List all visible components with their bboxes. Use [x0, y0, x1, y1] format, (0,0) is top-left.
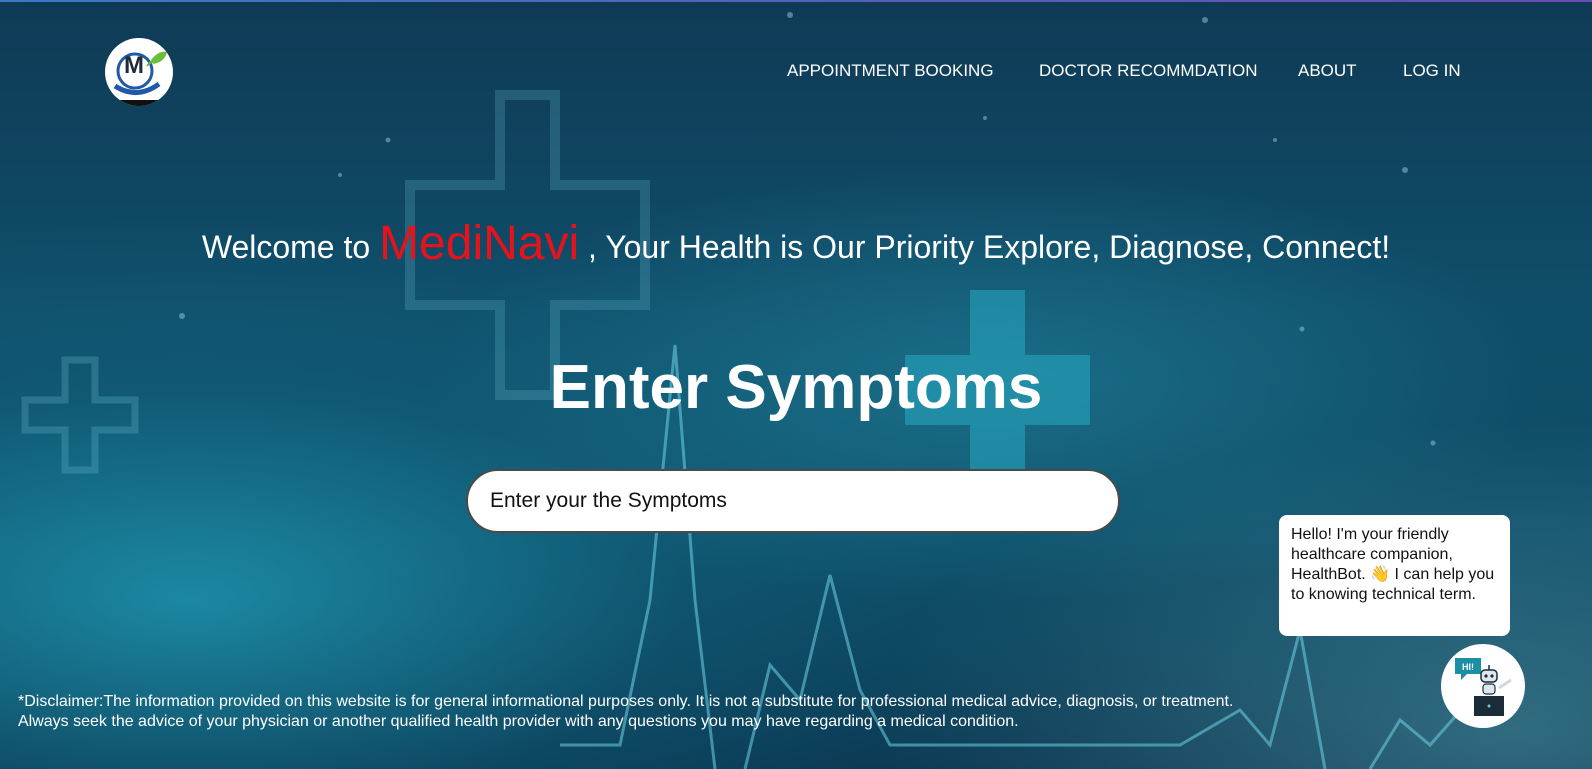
welcome-prefix: Welcome to — [201, 229, 371, 265]
disclaimer: *Disclaimer:The information provided on … — [18, 692, 1418, 732]
robot-icon: HI! — [1455, 658, 1512, 716]
brand-name: MediNavi — [379, 217, 580, 270]
welcome-tagline: Welcome to MediNavi , Your Health is Our… — [0, 216, 1592, 271]
chatbot-launcher-button[interactable]: HI! — [1441, 644, 1525, 728]
main-nav: APPOINTMENT BOOKING DOCTOR RECOMMDATION … — [0, 61, 1592, 83]
symptoms-input[interactable] — [466, 469, 1120, 533]
nav-log-in[interactable]: LOG IN — [1403, 61, 1461, 81]
bot-badge-text: HI! — [1462, 662, 1474, 672]
nav-doctor-recommendation[interactable]: DOCTOR RECOMMDATION — [1039, 61, 1257, 81]
disclaimer-line-2: Always seek the advice of your physician… — [18, 713, 1019, 730]
page-title: Enter Symptoms — [549, 353, 1043, 422]
welcome-suffix: , Your Health is Our Priority Explore, D… — [588, 229, 1391, 265]
nav-about[interactable]: ABOUT — [1298, 61, 1357, 81]
page: M APPOINTMENT BOOKING DOCTOR RECOMMDATIO… — [0, 0, 1592, 769]
nav-appointment-booking[interactable]: APPOINTMENT BOOKING — [787, 61, 994, 81]
disclaimer-line-1: *Disclaimer:The information provided on … — [18, 693, 1234, 710]
chatbot-message-bubble: Hello! I'm your friendly healthcare comp… — [1279, 515, 1510, 636]
